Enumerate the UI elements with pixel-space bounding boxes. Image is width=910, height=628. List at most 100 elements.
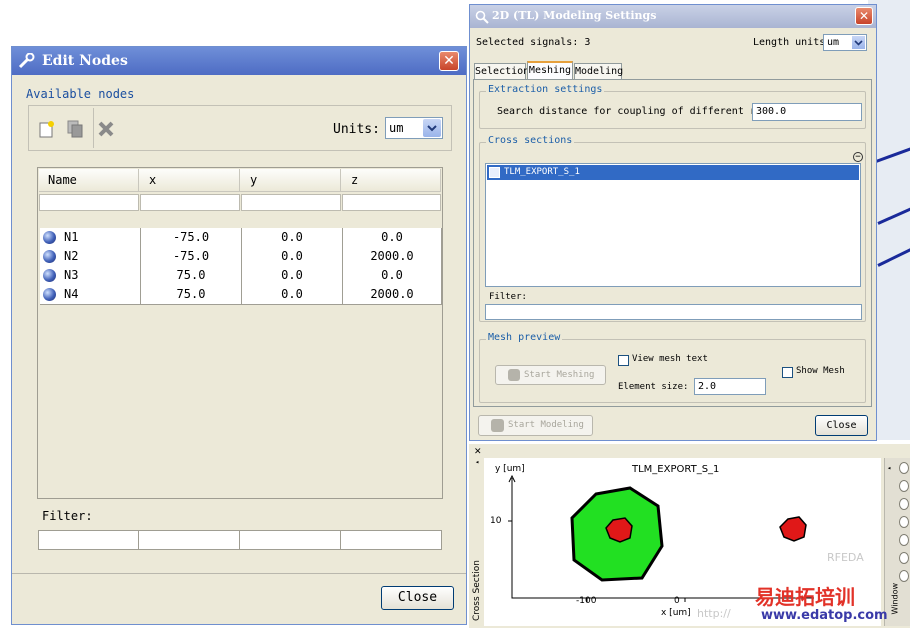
- cross-section-filter-label: Filter:: [489, 292, 527, 302]
- cell-y: 0.0: [242, 285, 343, 304]
- cell-z: 0.0: [343, 228, 442, 247]
- strip-arrow-icon[interactable]: ◂: [887, 464, 891, 472]
- start-meshing-label: Start Meshing: [524, 370, 595, 380]
- panel-close-icon[interactable]: ✕: [474, 447, 482, 457]
- filter-input-name[interactable]: [39, 531, 139, 549]
- cross-sections-group: Cross sections − TLM_EXPORT_S_1 Filter:: [479, 135, 866, 322]
- column-filter-name[interactable]: [39, 194, 139, 211]
- watermark-url: www.edatop.com: [761, 608, 888, 623]
- info-icon[interactable]: [899, 552, 909, 564]
- column-header-x[interactable]: x: [139, 169, 240, 191]
- info-icon[interactable]: [899, 516, 909, 528]
- copy-node-icon[interactable]: [67, 120, 83, 138]
- length-units-select[interactable]: um: [823, 34, 867, 51]
- cross-section-list: TLM_EXPORT_S_1: [485, 163, 861, 287]
- cross-section-item-label: TLM_EXPORT_S_1: [504, 167, 580, 177]
- filter-input-y[interactable]: [241, 531, 341, 549]
- info-icon[interactable]: [899, 462, 909, 474]
- close-icon[interactable]: ✕: [855, 7, 873, 25]
- nodes-toolbar: Units: um: [28, 105, 452, 151]
- column-filter-z[interactable]: [342, 194, 441, 211]
- cell-name: N2: [40, 247, 141, 266]
- column-header-y[interactable]: y: [240, 169, 341, 191]
- watermark-rfeda: RFEDA: [827, 551, 864, 564]
- close-icon[interactable]: ✕: [439, 51, 459, 71]
- table-row[interactable]: N2 -75.0 0.0 2000.0: [40, 247, 442, 267]
- edit-nodes-dialog: Edit Nodes ✕ Available nodes Units: um N…: [11, 46, 467, 625]
- signal-polygon-right: [779, 516, 807, 542]
- edit-nodes-titlebar[interactable]: Edit Nodes ✕: [12, 47, 466, 75]
- right-tool-strip: ◂ Window: [884, 458, 910, 626]
- panel-arrow-icon[interactable]: ◂: [475, 458, 479, 466]
- filter-input-z[interactable]: [342, 531, 441, 549]
- cell-x: 75.0: [141, 266, 242, 285]
- table-row[interactable]: N1 -75.0 0.0 0.0: [40, 228, 442, 248]
- column-header-z[interactable]: z: [341, 169, 441, 191]
- background-line: [877, 246, 910, 267]
- table-row[interactable]: N4 75.0 0.0 2000.0: [40, 285, 442, 305]
- watermark-http: http://: [697, 607, 731, 620]
- element-size-label: Element size:: [618, 382, 689, 392]
- column-filter-x[interactable]: [140, 194, 240, 211]
- modeling-title: 2D (TL) Modeling Settings: [492, 9, 657, 22]
- close-button[interactable]: Close: [381, 586, 454, 610]
- view-mesh-text-label: View mesh text: [632, 354, 708, 364]
- cell-z: 0.0: [343, 266, 442, 285]
- collapse-icon[interactable]: −: [853, 152, 863, 162]
- cross-section-side-label-holder: Cross Section: [471, 560, 483, 624]
- info-icon[interactable]: [899, 534, 909, 546]
- element-size-input[interactable]: 2.0: [694, 378, 766, 395]
- modeling-settings-dialog: 2D (TL) Modeling Settings ✕ Selected sig…: [469, 4, 877, 441]
- table-body: N1 -75.0 0.0 0.0 N2 -75.0 0.0 2000.0 N3 …: [39, 228, 442, 496]
- filter-input-x[interactable]: [140, 531, 240, 549]
- tab-modeling[interactable]: Modeling: [574, 63, 623, 79]
- column-filter-row: [39, 192, 441, 212]
- view-mesh-text-checkbox[interactable]: [618, 355, 629, 366]
- modeling-close-button[interactable]: Close: [815, 415, 868, 436]
- start-meshing-button[interactable]: Start Meshing: [495, 365, 606, 385]
- info-icon[interactable]: [899, 570, 909, 582]
- column-filter-y[interactable]: [241, 194, 341, 211]
- cell-x: -75.0: [141, 228, 242, 247]
- right-panel-label: Window: [890, 582, 900, 615]
- length-units-value: um: [827, 37, 840, 48]
- cross-section-icon: [489, 167, 500, 178]
- start-modeling-label: Start Modeling: [508, 420, 584, 430]
- tab-meshing[interactable]: Meshing: [527, 61, 573, 80]
- cell-z: 2000.0: [343, 247, 442, 266]
- search-distance-input[interactable]: 300.0: [752, 103, 862, 121]
- chevron-down-icon[interactable]: [423, 119, 441, 137]
- units-select[interactable]: um: [385, 117, 443, 139]
- new-node-icon[interactable]: [39, 120, 55, 138]
- cell-name: N1: [40, 228, 141, 247]
- list-item[interactable]: TLM_EXPORT_S_1: [487, 165, 859, 180]
- background-line: [877, 205, 910, 225]
- plot-axes: [511, 478, 814, 599]
- selected-signals-label: Selected signals: 3: [476, 37, 591, 48]
- filter-row: [38, 530, 442, 550]
- show-mesh-checkbox[interactable]: [782, 367, 793, 378]
- tab-selection[interactable]: Selection: [474, 63, 529, 79]
- column-header-name[interactable]: Name: [39, 169, 139, 191]
- info-icon[interactable]: [899, 480, 909, 492]
- mesh-icon: [508, 369, 520, 381]
- delete-node-icon[interactable]: [97, 120, 115, 138]
- info-icon[interactable]: [899, 498, 909, 510]
- chevron-down-icon[interactable]: [852, 36, 865, 49]
- search-distance-label: Search distance for coupling of differen…: [497, 106, 793, 117]
- magnifier-icon: [475, 9, 489, 24]
- cell-y: 0.0: [242, 266, 343, 285]
- cell-x: -75.0: [141, 247, 242, 266]
- modeling-titlebar[interactable]: 2D (TL) Modeling Settings ✕: [470, 5, 876, 28]
- table-row[interactable]: N3 75.0 0.0 0.0: [40, 266, 442, 286]
- table-header: Name x y z: [39, 169, 441, 192]
- filter-label: Filter:: [42, 509, 93, 523]
- available-nodes-label: Available nodes: [26, 87, 135, 101]
- start-modeling-button[interactable]: Start Modeling: [478, 415, 593, 436]
- cross-section-panel: ✕ ◂ Cross Section TLM_EXPORT_S_1 y [um] …: [469, 444, 910, 628]
- extraction-settings-group: Extraction settings Search distance for …: [479, 84, 866, 129]
- cell-x: 75.0: [141, 285, 242, 304]
- toolbar-divider: [93, 108, 94, 148]
- cell-y: 0.0: [242, 247, 343, 266]
- cross-section-filter-input[interactable]: [485, 304, 862, 320]
